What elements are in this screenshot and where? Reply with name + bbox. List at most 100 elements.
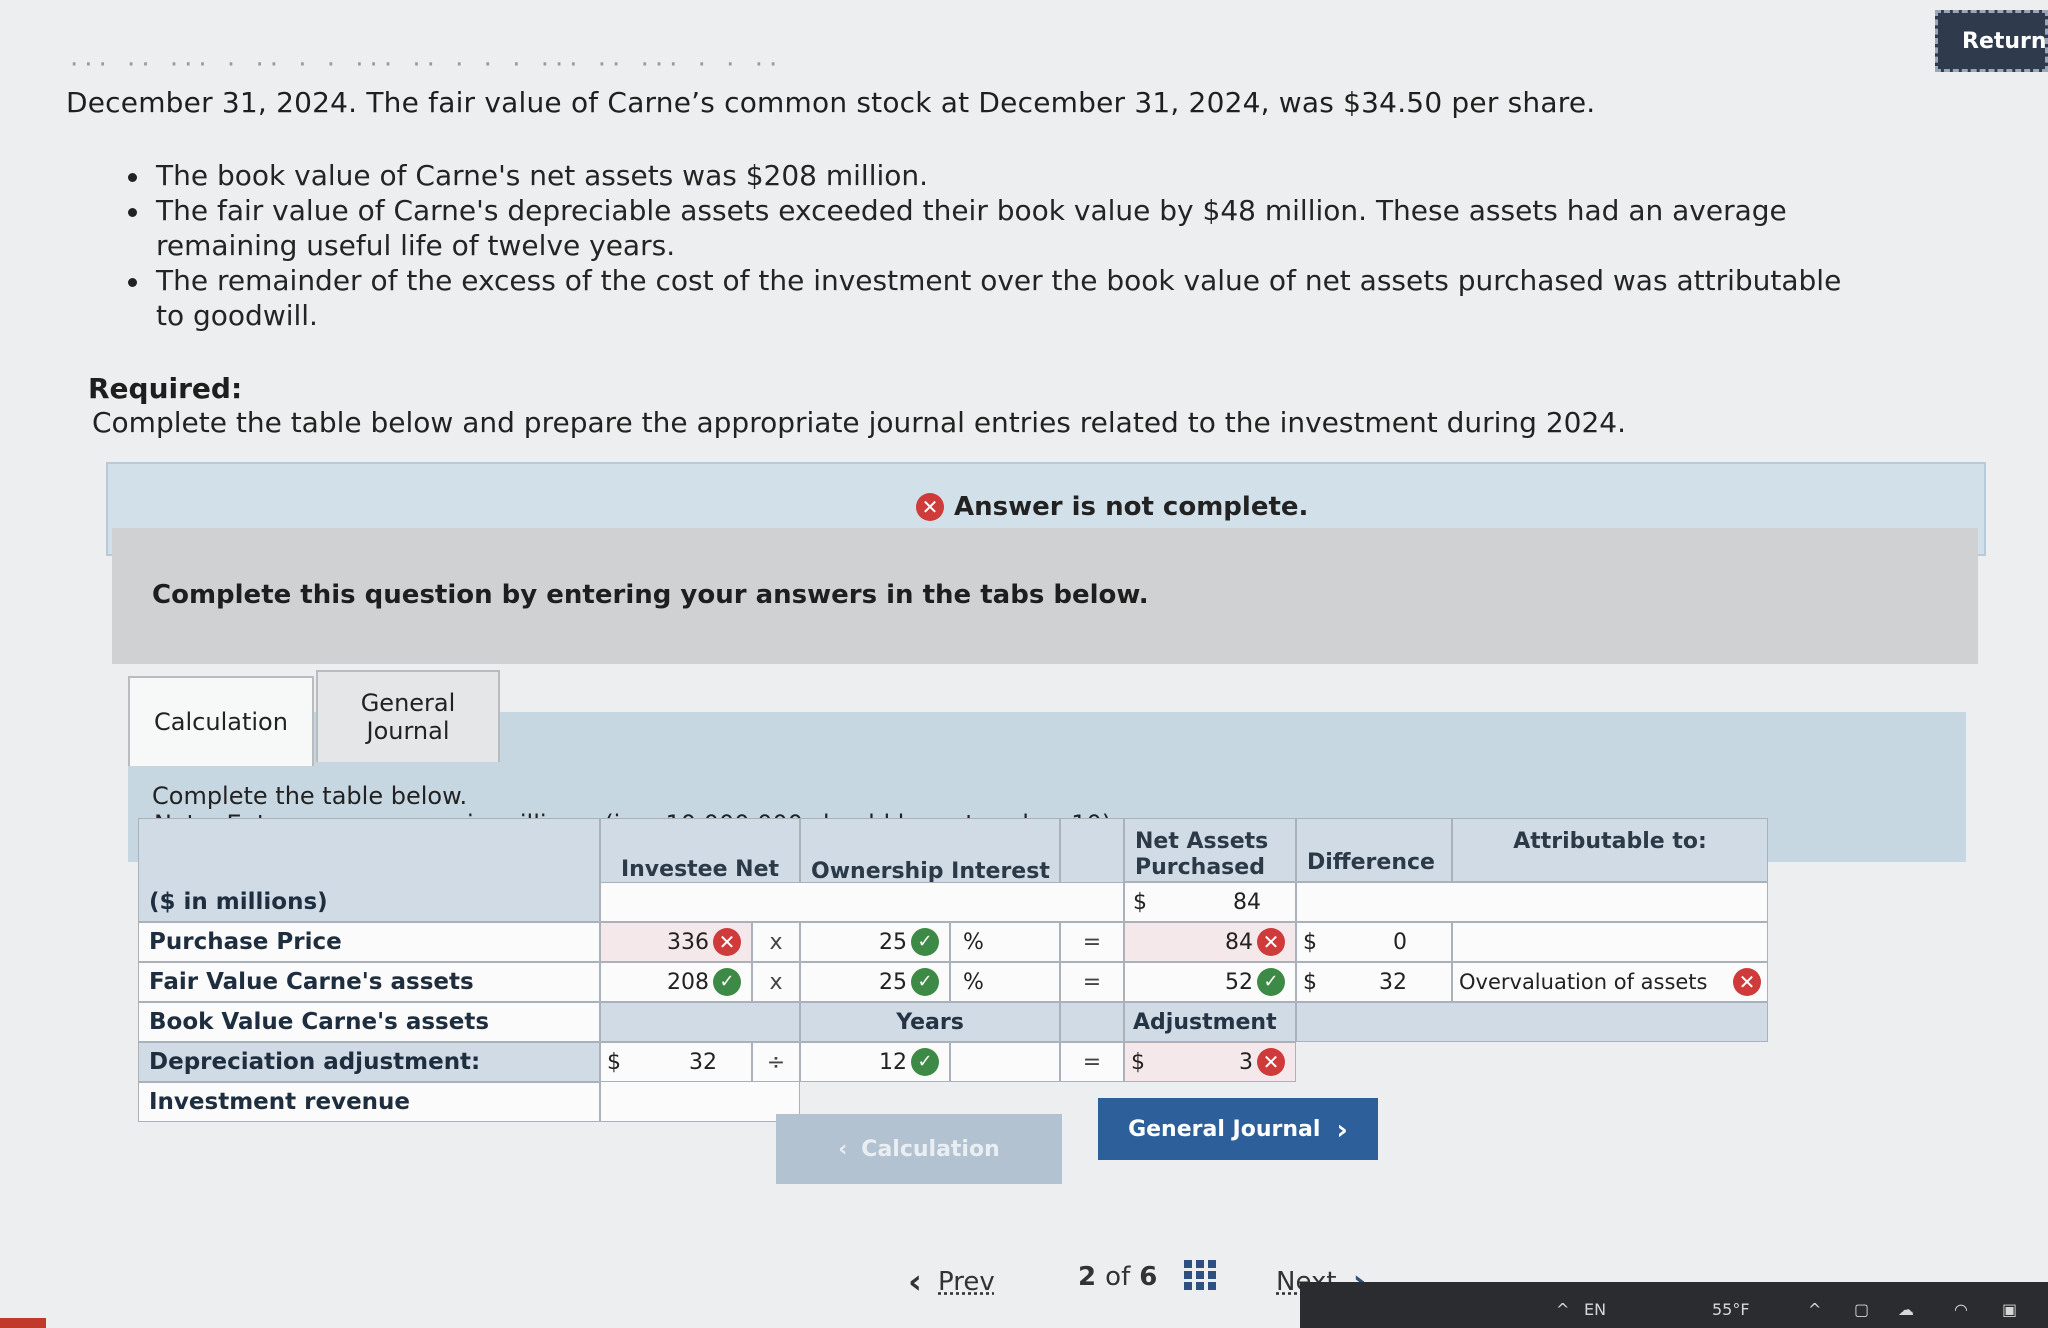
next-tab-label: General Journal bbox=[1128, 1116, 1321, 1142]
purchase-spacer bbox=[600, 882, 1124, 922]
taskbar-chevron-icon[interactable]: ^ bbox=[1556, 1300, 1569, 1319]
equals-operator: = bbox=[1060, 922, 1124, 962]
purchase-price-value: 84 bbox=[1233, 889, 1261, 915]
purchase-price-cell[interactable]: $ 84 bbox=[1124, 882, 1296, 922]
required-text: Complete the table below and prepare the… bbox=[92, 406, 1626, 439]
units-header: ($ in millions) bbox=[138, 818, 600, 922]
prev-question-link[interactable]: ‹ Prev bbox=[908, 1262, 995, 1302]
x-circle-icon: ✕ bbox=[916, 493, 944, 521]
grid-icon[interactable] bbox=[1184, 1260, 1216, 1290]
fair-value-net-assets: 84 bbox=[1225, 929, 1253, 955]
equals-operator: = bbox=[1060, 1042, 1124, 1082]
dollar-sign: $ bbox=[1303, 929, 1317, 955]
taskbar-app-icon[interactable]: ▢ bbox=[1854, 1300, 1869, 1319]
divide-operator: ÷ bbox=[752, 1042, 800, 1082]
book-value-net-assets: 52 bbox=[1225, 969, 1253, 995]
next-tab-button[interactable]: General Journal › bbox=[1098, 1098, 1378, 1160]
purchase-price-blank bbox=[1296, 882, 1768, 922]
chevron-left-icon: ‹ bbox=[838, 1136, 848, 1162]
page-of: of bbox=[1105, 1262, 1131, 1292]
fair-value-investee-input[interactable]: 336 ✕ bbox=[600, 922, 752, 962]
notification-icon[interactable]: ▣ bbox=[2002, 1300, 2017, 1319]
row-label-investment-revenue: Investment revenue bbox=[138, 1082, 600, 1122]
attributable-header: Attributable to: bbox=[1452, 818, 1768, 882]
previous-tab-button[interactable]: ‹ Calculation bbox=[776, 1114, 1062, 1184]
tab-calculation[interactable]: Calculation bbox=[128, 676, 314, 766]
tab-general-journal[interactable]: General Journal bbox=[316, 670, 500, 762]
return-button[interactable]: Return t bbox=[1935, 10, 2048, 72]
attributable-value: Overvaluation of assets bbox=[1459, 970, 1708, 994]
dollar-sign: $ bbox=[607, 1049, 621, 1075]
calculation-table: ($ in millions) Investee Net Assets Owne… bbox=[138, 818, 1768, 1148]
fair-value-net-assets-input[interactable]: 84 ✕ bbox=[1124, 922, 1296, 962]
check-circle-icon: ✓ bbox=[911, 968, 939, 996]
taskbar-up-icon[interactable]: ^ bbox=[1808, 1300, 1821, 1319]
fair-value-ownership-input[interactable]: 25 ✓ bbox=[800, 922, 950, 962]
book-value-difference-cell[interactable]: $ 32 bbox=[1296, 962, 1452, 1002]
check-circle-icon: ✓ bbox=[1257, 968, 1285, 996]
bullet-item: The remainder of the excess of the cost … bbox=[128, 263, 1848, 333]
problem-intro: December 31, 2024. The fair value of Car… bbox=[66, 86, 1596, 119]
row-label-fair-value: Fair Value Carne's assets bbox=[138, 962, 600, 1002]
tab-label: General Journal bbox=[360, 689, 456, 745]
book-value-investee-input[interactable]: 208 ✓ bbox=[600, 962, 752, 1002]
fair-value-ownership: 25 bbox=[879, 929, 907, 955]
fair-value-difference-cell[interactable]: $ 0 bbox=[1296, 922, 1452, 962]
equals-operator: = bbox=[1060, 962, 1124, 1002]
book-value-net-assets-input[interactable]: 52 ✓ bbox=[1124, 962, 1296, 1002]
book-value-investee: 208 bbox=[667, 969, 709, 995]
book-value-ownership: 25 bbox=[879, 969, 907, 995]
adjustment-input[interactable]: $ 3 ✕ bbox=[1124, 1042, 1296, 1082]
x-circle-icon: ✕ bbox=[1257, 928, 1285, 956]
book-value-ownership-input[interactable]: 25 ✓ bbox=[800, 962, 950, 1002]
page-current: 2 bbox=[1078, 1262, 1097, 1292]
depreciation-spacer bbox=[600, 1002, 800, 1042]
net-assets-header: Net Assets Purchased bbox=[1124, 818, 1296, 882]
difference-header: Difference bbox=[1296, 818, 1452, 882]
red-corner-indicator bbox=[0, 1318, 46, 1328]
cloud-icon[interactable]: ☁ bbox=[1898, 1300, 1914, 1319]
prev-label: Prev bbox=[938, 1267, 995, 1297]
check-circle-icon: ✓ bbox=[911, 1048, 939, 1076]
chevron-left-icon: ‹ bbox=[908, 1262, 923, 1302]
adjustment-value: 3 bbox=[1239, 1049, 1253, 1075]
times-operator: x bbox=[752, 962, 800, 1002]
fair-value-difference: 0 bbox=[1393, 929, 1407, 955]
fair-value-attributable-blank bbox=[1452, 922, 1768, 962]
taskbar-language[interactable]: EN bbox=[1584, 1300, 1606, 1319]
chevron-right-icon: › bbox=[1336, 1112, 1348, 1146]
answer-status: ✕ Answer is not complete. bbox=[916, 492, 1308, 522]
adjustment-header: Adjustment bbox=[1124, 1002, 1296, 1042]
table-instruction: Complete the table below. bbox=[152, 782, 468, 810]
instructions-text: Complete this question by entering your … bbox=[152, 580, 1149, 610]
attributable-select[interactable]: Overvaluation of assets ✕ bbox=[1452, 962, 1768, 1002]
wifi-icon[interactable]: ◠ bbox=[1954, 1300, 1968, 1319]
x-circle-icon: ✕ bbox=[1257, 1048, 1285, 1076]
bullet-item: The book value of Carne's net assets was… bbox=[128, 158, 1848, 193]
check-circle-icon: ✓ bbox=[713, 968, 741, 996]
tab-label: Calculation bbox=[154, 708, 288, 736]
required-heading: Required: bbox=[88, 372, 243, 405]
row-label-depreciation: Depreciation adjustment: bbox=[138, 1042, 600, 1082]
depreciation-amount-input[interactable]: $ 32 bbox=[600, 1042, 752, 1082]
x-circle-icon: ✕ bbox=[713, 928, 741, 956]
check-circle-icon: ✓ bbox=[911, 928, 939, 956]
answer-status-text: Answer is not complete. bbox=[954, 492, 1309, 522]
dollar-sign: $ bbox=[1303, 969, 1317, 995]
taskbar bbox=[1300, 1282, 2048, 1328]
percent-sign: % bbox=[950, 922, 1060, 962]
row-label-purchase-price: Purchase Price bbox=[138, 922, 600, 962]
row-label-book-value: Book Value Carne's assets bbox=[138, 1002, 600, 1042]
years-header: Years bbox=[800, 1002, 1060, 1042]
page-indicator: 2 of 6 bbox=[1078, 1262, 1157, 1292]
times-operator: x bbox=[752, 922, 800, 962]
taskbar-temperature[interactable]: 55°F bbox=[1712, 1300, 1750, 1319]
problem-bullets: The book value of Carne's net assets was… bbox=[128, 158, 1848, 333]
years-input[interactable]: 12 ✓ bbox=[800, 1042, 950, 1082]
revenue-spacer bbox=[600, 1082, 800, 1122]
instructions-panel: Complete this question by entering your … bbox=[112, 528, 1978, 664]
previous-tab-label: Calculation bbox=[861, 1136, 1000, 1162]
book-value-difference: 32 bbox=[1379, 969, 1407, 995]
bullet-item: The fair value of Carne's depreciable as… bbox=[128, 193, 1848, 263]
depreciation-spacer bbox=[1060, 1002, 1124, 1042]
